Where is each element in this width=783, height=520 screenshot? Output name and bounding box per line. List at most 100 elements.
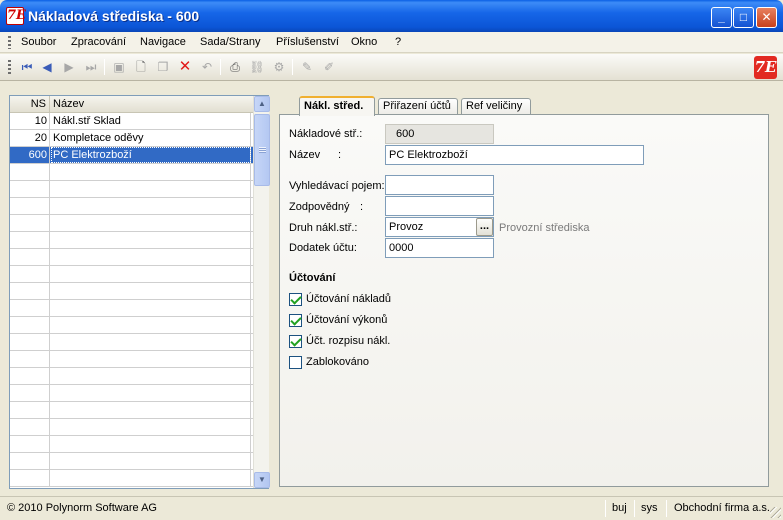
status-separator <box>666 500 667 517</box>
title-bar[interactable]: 7E Nákladová střediska - 600 _ □ ✕ <box>0 0 783 32</box>
status-user: buj <box>612 502 627 514</box>
status-system: sys <box>641 502 658 514</box>
cost-center-list: NS Název 10 Nákl.stř Sklad 20 Kompletace od… <box>9 95 270 489</box>
empty-table-row[interactable] <box>10 198 253 215</box>
cell-ns <box>10 266 50 282</box>
accounting-checkbox-label[interactable]: Účtování výkonů <box>306 314 387 326</box>
link-icon[interactable]: ⛓ <box>248 58 266 76</box>
edit-alt-icon[interactable]: ✐ <box>320 58 338 76</box>
account-suffix-input[interactable]: 0000 <box>385 238 494 258</box>
empty-table-row[interactable] <box>10 334 253 351</box>
cell-ns <box>10 453 50 469</box>
empty-table-row[interactable] <box>10 164 253 181</box>
name-input[interactable]: PC Elektrozboží <box>385 145 644 165</box>
empty-table-row[interactable] <box>10 317 253 334</box>
cell-name: PC Elektrozboží <box>51 147 251 163</box>
cost-center-type-hint: Provozní střediska <box>499 222 590 234</box>
tab-cost-center[interactable]: Nákl. střed. <box>299 96 375 116</box>
menu-grip-icon[interactable] <box>8 36 11 49</box>
empty-table-row[interactable] <box>10 300 253 317</box>
name-label: Název <box>289 149 321 161</box>
status-company: Obchodní firma a.s. <box>674 502 770 514</box>
scroll-thumb[interactable] <box>254 114 270 186</box>
empty-table-row[interactable] <box>10 453 253 470</box>
accounting-checkbox[interactable] <box>289 314 302 327</box>
app-logo-icon[interactable]: 7E <box>6 7 26 25</box>
tab-account-assignment[interactable]: Přiřazení účtů <box>378 98 458 115</box>
menu-zpracovani[interactable]: Zpracování <box>71 36 126 48</box>
menu-soubor[interactable]: Soubor <box>21 36 56 48</box>
empty-table-row[interactable] <box>10 385 253 402</box>
delete-icon[interactable]: ✕ <box>176 58 194 76</box>
copy-icon[interactable]: ❐ <box>154 58 172 76</box>
grid-rows: 10 Nákl.stř Sklad 20 Kompletace oděvy 600 PC … <box>10 113 253 487</box>
scroll-down-icon[interactable]: ▼ <box>254 472 270 488</box>
menu-navigace[interactable]: Navigace <box>140 36 186 48</box>
search-term-input[interactable] <box>385 175 494 195</box>
column-header-name[interactable]: Název <box>51 96 251 113</box>
table-row[interactable]: 600 PC Elektrozboží <box>10 147 253 164</box>
cell-name: Nákl.stř Sklad <box>51 113 251 129</box>
undo-icon[interactable]: ↶ <box>198 58 216 76</box>
cell-name <box>51 334 251 350</box>
save-icon[interactable]: ▣ <box>110 58 128 76</box>
scroll-up-icon[interactable]: ▲ <box>254 96 270 112</box>
cell-ns <box>10 334 50 350</box>
table-row[interactable]: 10 Nákl.stř Sklad <box>10 113 253 130</box>
empty-table-row[interactable] <box>10 368 253 385</box>
empty-table-row[interactable] <box>10 249 253 266</box>
menu-help[interactable]: ? <box>395 36 401 48</box>
menu-sada-strany[interactable]: Sada/Strany <box>200 36 261 48</box>
empty-table-row[interactable] <box>10 351 253 368</box>
accounting-checkbox[interactable] <box>289 356 302 369</box>
name-colon: : <box>338 149 342 161</box>
first-record-icon[interactable]: ⏮ <box>18 58 36 76</box>
cost-center-type-browse-button[interactable]: ... <box>476 218 493 236</box>
accounting-checkbox-label[interactable]: Zablokováno <box>306 356 369 368</box>
print-icon[interactable]: ⎙ <box>226 58 244 76</box>
resize-grip-icon[interactable] <box>770 507 781 518</box>
empty-table-row[interactable] <box>10 283 253 300</box>
previous-record-icon[interactable]: ◀ <box>38 58 56 76</box>
edit-icon[interactable]: ✎ <box>298 58 316 76</box>
cell-ns <box>10 351 50 367</box>
new-icon[interactable]: 🗋 <box>132 58 150 76</box>
empty-table-row[interactable] <box>10 470 253 487</box>
empty-table-row[interactable] <box>10 436 253 453</box>
cell-name <box>51 470 251 486</box>
toolbar: ⏮ ◀ ▶ ⏭ ▣ 🗋 ❐ ✕ ↶ ⎙ ⛓ ⚙ ✎ ✐ 7E <box>0 54 783 81</box>
responsible-input[interactable] <box>385 196 494 216</box>
cell-ns <box>10 198 50 214</box>
cell-name <box>51 436 251 452</box>
brand-logo-icon[interactable]: 7E <box>754 56 777 79</box>
close-button[interactable]: ✕ <box>756 7 777 28</box>
status-separator <box>634 500 635 517</box>
minimize-button[interactable]: _ <box>711 7 732 28</box>
cell-ns <box>10 470 50 486</box>
last-record-icon[interactable]: ⏭ <box>82 58 100 76</box>
empty-table-row[interactable] <box>10 419 253 436</box>
ns-field: 600 <box>385 124 494 144</box>
cell-name <box>51 453 251 469</box>
column-header-ns[interactable]: NS <box>10 96 50 113</box>
empty-table-row[interactable] <box>10 402 253 419</box>
empty-table-row[interactable] <box>10 232 253 249</box>
empty-table-row[interactable] <box>10 181 253 198</box>
toolbar-grip-icon[interactable] <box>8 60 11 75</box>
cell-name <box>51 300 251 316</box>
accounting-checkbox-label[interactable]: Účtování nákladů <box>306 293 391 305</box>
empty-table-row[interactable] <box>10 215 253 232</box>
cell-ns <box>10 436 50 452</box>
next-record-icon[interactable]: ▶ <box>60 58 78 76</box>
menu-okno[interactable]: Okno <box>351 36 377 48</box>
maximize-button[interactable]: □ <box>733 7 754 28</box>
empty-table-row[interactable] <box>10 266 253 283</box>
accounting-checkbox-label[interactable]: Účt. rozpisu nákl. <box>306 335 390 347</box>
vertical-scrollbar[interactable]: ▲ ▼ <box>253 96 270 488</box>
tab-ref-quantities[interactable]: Ref veličiny <box>461 98 531 115</box>
table-row[interactable]: 20 Kompletace oděvy <box>10 130 253 147</box>
accounting-checkbox[interactable] <box>289 335 302 348</box>
menu-prislusenstvi[interactable]: Příslušenství <box>276 36 339 48</box>
settings-icon[interactable]: ⚙ <box>270 58 288 76</box>
accounting-checkbox[interactable] <box>289 293 302 306</box>
